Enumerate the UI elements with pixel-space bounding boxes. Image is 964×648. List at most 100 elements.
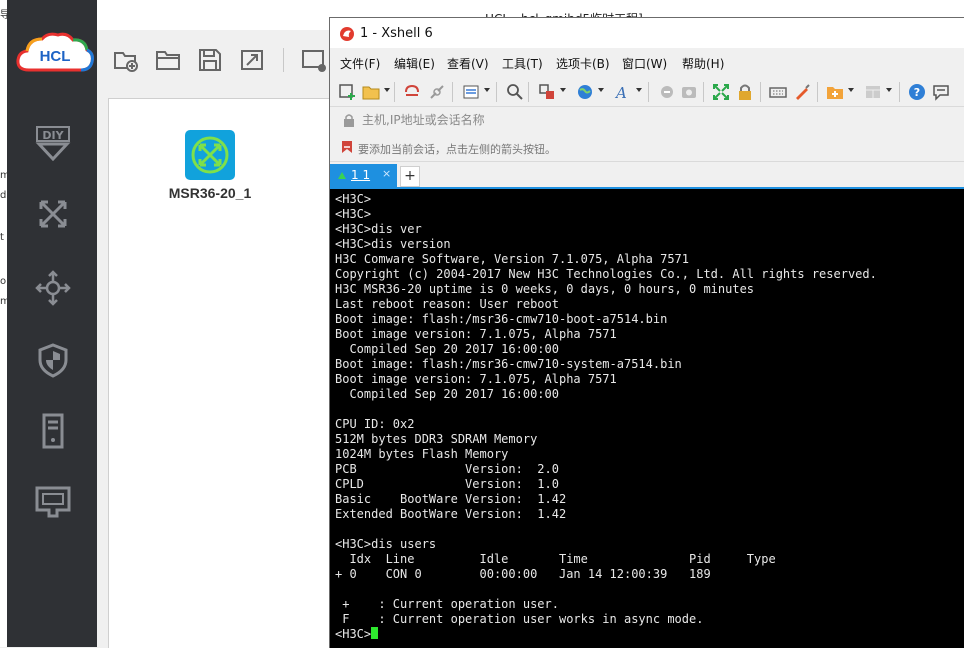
xshell-window-title: 1 - Xshell 6 [360, 26, 433, 41]
script-icon[interactable] [658, 83, 676, 101]
find-icon[interactable] [506, 83, 524, 101]
highlight-icon[interactable] [793, 83, 811, 101]
terminal-pc-icon[interactable] [35, 484, 71, 520]
help-icon[interactable]: ? [908, 83, 926, 101]
terminal-line: Boot image version: 7.1.075, Alpha 7571 [335, 372, 617, 386]
menu-window[interactable]: 窗口(W) [622, 55, 667, 72]
toolbar-separator [496, 82, 497, 102]
terminal-line: <H3C>dis ver [335, 222, 422, 236]
router-icon[interactable] [35, 270, 71, 306]
svg-text:?: ? [914, 86, 920, 99]
properties-icon[interactable] [462, 83, 480, 101]
open-dropdown-arrow[interactable] [384, 88, 390, 92]
xshell-titlebar[interactable]: 1 - Xshell 6 [330, 18, 964, 48]
transfer-icon[interactable] [538, 83, 556, 101]
toolbar-separator [394, 82, 395, 102]
new-tab-icon[interactable] [826, 83, 844, 101]
device-label[interactable]: MSR36-20_1 [165, 185, 255, 201]
xshell-address-bar [330, 107, 964, 134]
chat-icon[interactable] [932, 83, 950, 101]
edge-text: 导 [0, 10, 7, 21]
transfer-dropdown-arrow[interactable] [560, 88, 566, 92]
toolbar-separator [760, 82, 761, 102]
tab-close-icon[interactable]: × [382, 167, 391, 180]
menu-help[interactable]: 帮助(H) [682, 55, 724, 72]
toolbar-separator [648, 82, 649, 102]
open-icon[interactable] [362, 83, 380, 101]
tab-session-1[interactable]: 1 1 × [330, 164, 397, 187]
edge-text: d [0, 190, 7, 201]
xshell-window: 1 - Xshell 6 文件(F) 编辑(E) 查看(V) 工具(T) 选项卡… [329, 17, 964, 648]
export-icon[interactable] [239, 47, 265, 73]
terminal-line: <H3C> [335, 207, 372, 221]
xshell-app-icon [339, 26, 355, 42]
add-session-arrow-icon[interactable] [340, 140, 354, 154]
topology-canvas[interactable]: MSR36-20_1 [108, 98, 331, 648]
terminal-line: CPU ID: 0x2 [335, 417, 415, 431]
toolbar-separator [817, 82, 818, 102]
new-project-icon[interactable] [113, 47, 139, 73]
svg-text:A: A [614, 84, 627, 101]
edge-text: o [0, 276, 7, 287]
fullscreen-icon[interactable] [712, 83, 730, 101]
firewall-icon[interactable] [35, 342, 71, 378]
edge-text: t [0, 232, 4, 243]
xshell-tabbar: 1 1 × + [330, 162, 964, 189]
terminal-output: <H3C> <H3C> <H3C>dis ver <H3C>dis version H3… [335, 192, 877, 642]
terminal-line: H3C Comware Software, Version 7.1.075, A… [335, 252, 690, 266]
reconnect-icon[interactable] [403, 83, 421, 101]
terminal-line: Compiled Sep 20 2017 16:00:00 [335, 342, 559, 356]
screenshot-icon[interactable] [680, 83, 698, 101]
toolbar-separator [528, 82, 529, 102]
terminal-line: Copyright (c) 2004-2017 New H3C Technolo… [335, 267, 877, 281]
terminal-line: PCB Version: 2.0 [335, 462, 559, 476]
hcl-logo: HCL [15, 30, 95, 80]
globe-dropdown-arrow[interactable] [598, 88, 604, 92]
terminal-line: Boot image: flash:/msr36-cmw710-system-a… [335, 357, 682, 371]
hint-text: 要添加当前会话，点击左侧的箭头按钮。 [358, 143, 556, 156]
keyboard-icon[interactable] [769, 83, 787, 101]
font-dropdown-arrow[interactable] [636, 88, 642, 92]
host-address-input[interactable] [362, 112, 922, 128]
new-session-icon[interactable] [338, 83, 356, 101]
lock-icon[interactable] [736, 83, 754, 101]
terminal-line: Extended BootWare Version: 1.42 [335, 507, 567, 521]
globe-icon[interactable] [576, 83, 594, 101]
properties-dropdown-arrow[interactable] [484, 88, 490, 92]
address-box [336, 110, 961, 131]
open-folder-icon[interactable] [155, 47, 181, 73]
terminal-line: + : Current operation user. [335, 597, 559, 611]
add-tab-button[interactable]: + [400, 166, 420, 187]
connected-status-icon [338, 172, 346, 179]
terminal-screen[interactable]: <H3C> <H3C> <H3C>dis ver <H3C>dis version H3… [330, 189, 964, 648]
terminal-line: + 0 CON 0 00:00:00 Jan 14 12:00:39 189 [335, 567, 711, 581]
layout-icon[interactable] [864, 83, 882, 101]
terminal-line: Boot image version: 7.1.075, Alpha 7571 [335, 327, 617, 341]
server-icon[interactable] [35, 413, 71, 449]
lock-icon [343, 113, 355, 127]
terminal-line: 1024M bytes Flash Memory [335, 447, 509, 461]
terminal-line: Idx Line Idle Time Pid Type [335, 552, 776, 566]
menu-file[interactable]: 文件(F) [340, 55, 380, 72]
cli-icon[interactable] [301, 47, 327, 73]
switch-icon[interactable] [35, 196, 71, 232]
terminal-line: CPLD Version: 1.0 [335, 477, 559, 491]
menu-edit[interactable]: 编辑(E) [394, 55, 435, 72]
terminal-line: Basic BootWare Version: 1.42 [335, 492, 567, 506]
xshell-menubar: 文件(F) 编辑(E) 查看(V) 工具(T) 选项卡(B) 窗口(W) 帮助(… [330, 48, 964, 76]
router-icon [191, 136, 229, 174]
menu-tools[interactable]: 工具(T) [502, 55, 543, 72]
disconnect-icon[interactable] [428, 83, 446, 101]
diy-icon[interactable]: DIY [35, 125, 71, 162]
menu-tabs[interactable]: 选项卡(B) [556, 55, 610, 72]
router-device-msr36[interactable] [185, 130, 235, 180]
menu-view[interactable]: 查看(V) [447, 55, 489, 72]
edge-text: m [0, 170, 7, 181]
save-icon[interactable] [197, 47, 223, 73]
font-icon[interactable]: A [614, 83, 632, 102]
terminal-line: <H3C> [335, 192, 372, 206]
layout-dropdown-arrow[interactable] [886, 88, 892, 92]
new-tab-dropdown-arrow[interactable] [848, 88, 854, 92]
tab-label: 1 1 [351, 168, 371, 182]
